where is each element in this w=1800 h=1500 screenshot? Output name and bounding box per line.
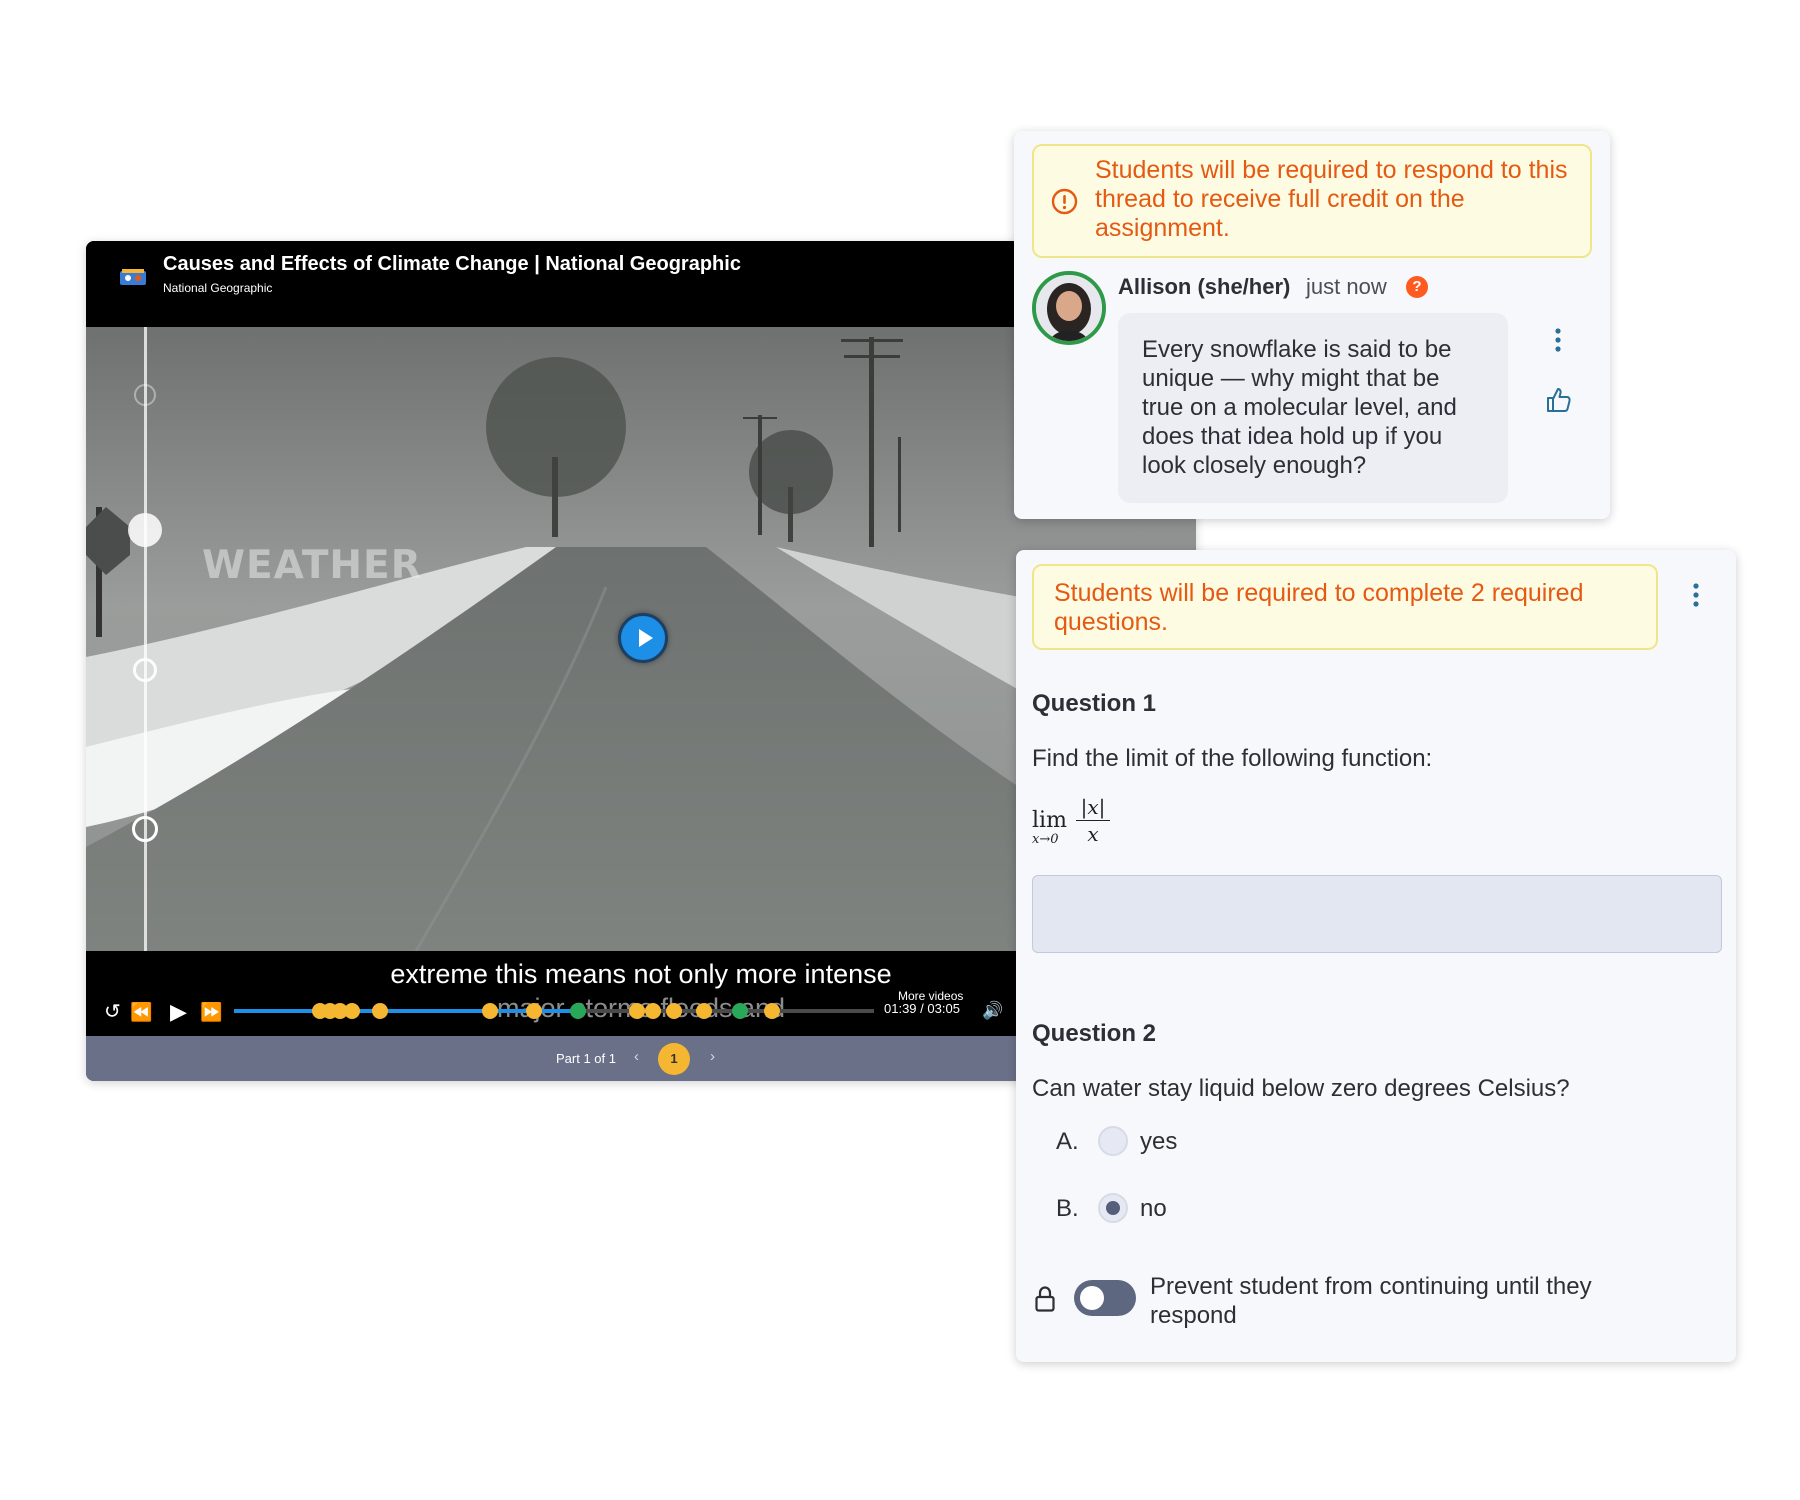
current-time: 01:39 xyxy=(884,1001,917,1016)
thumbs-up-icon[interactable] xyxy=(1544,386,1572,414)
option-label: no xyxy=(1140,1195,1167,1222)
fast-forward-icon[interactable]: ⏩ xyxy=(200,1001,222,1023)
more-options-icon[interactable] xyxy=(1692,582,1700,608)
duration: 03:05 xyxy=(927,1001,960,1016)
option-radio[interactable] xyxy=(1098,1126,1128,1156)
replay-icon[interactable]: ↺ xyxy=(104,1001,121,1023)
alert-circle-icon xyxy=(1051,188,1078,215)
video-title[interactable]: Causes and Effects of Climate Change | N… xyxy=(163,253,741,276)
question-marker[interactable] xyxy=(525,1003,542,1019)
question-2-prompt: Can water stay liquid below zero degrees… xyxy=(1032,1075,1570,1102)
video-overlay-text: WEATHER xyxy=(202,543,422,588)
math-subscript: x→0 xyxy=(1032,832,1059,847)
chapter-marker[interactable] xyxy=(134,384,156,406)
option-label: yes xyxy=(1140,1128,1178,1155)
volume-icon[interactable]: 🔊 xyxy=(982,1000,1003,1022)
question-1-answer-input[interactable] xyxy=(1032,875,1722,953)
comment-message: Every snowflake is said to be unique — w… xyxy=(1118,313,1508,503)
video-channel-name[interactable]: National Geographic xyxy=(163,281,272,295)
chapter-marker[interactable] xyxy=(133,658,157,682)
time-separator: / xyxy=(920,1001,924,1016)
option-radio[interactable] xyxy=(1098,1193,1128,1223)
math-operator: lim xyxy=(1032,808,1067,833)
comment-author[interactable]: Allison (she/her) xyxy=(1118,274,1290,300)
question-marker[interactable] xyxy=(371,1003,388,1019)
part-label: Part 1 of 1 xyxy=(556,1051,616,1066)
option-letter: A. xyxy=(1056,1128,1079,1155)
math-numerator: |x| xyxy=(1080,795,1106,819)
avatar[interactable] xyxy=(1032,271,1106,345)
toggle-knob xyxy=(1080,1286,1104,1310)
next-page-icon[interactable]: › xyxy=(710,1048,715,1065)
more-options-icon[interactable] xyxy=(1554,327,1562,353)
previous-page-icon[interactable]: ‹ xyxy=(634,1048,639,1065)
option-letter: B. xyxy=(1056,1195,1079,1222)
prevent-continue-toggle[interactable] xyxy=(1074,1280,1136,1316)
chapter-timeline xyxy=(144,327,147,951)
question-1-prompt: Find the limit of the following function… xyxy=(1032,745,1433,772)
page-number-button[interactable]: 1 xyxy=(658,1043,690,1075)
channel-logo-icon xyxy=(120,269,146,285)
required-response-notice: Students will be required to respond to … xyxy=(1032,144,1592,258)
math-denominator: x xyxy=(1087,822,1099,846)
discussion-thread-panel: Students will be required to respond to … xyxy=(1014,131,1610,519)
question-marker[interactable] xyxy=(482,1003,498,1019)
discussion-marker[interactable] xyxy=(731,1003,748,1019)
chapter-marker[interactable] xyxy=(132,816,158,842)
comment-timestamp: just now xyxy=(1306,274,1387,299)
question-marker[interactable] xyxy=(763,1003,780,1019)
required-questions-notice: Students will be required to complete 2 … xyxy=(1032,564,1658,650)
prevent-continue-label: Prevent student from continuing until th… xyxy=(1150,1273,1592,1329)
time-readout: 01:39 / 03:05 xyxy=(884,1001,960,1016)
questions-panel: Students will be required to complete 2 … xyxy=(1016,550,1736,1362)
notice-text: Students will be required to respond to … xyxy=(1095,156,1568,242)
chapter-marker-active[interactable] xyxy=(128,513,162,547)
question-2-title: Question 2 xyxy=(1032,1020,1157,1047)
play-button[interactable] xyxy=(618,613,668,663)
rewind-icon[interactable]: ⏪ xyxy=(130,1001,152,1023)
lock-icon xyxy=(1035,1286,1055,1312)
question-1-title: Question 1 xyxy=(1032,690,1157,717)
avatar-image xyxy=(1036,275,1102,341)
question-badge: ? xyxy=(1406,276,1428,298)
play-icon[interactable]: ▶ xyxy=(170,1001,187,1023)
progress-bar[interactable] xyxy=(234,1003,874,1019)
